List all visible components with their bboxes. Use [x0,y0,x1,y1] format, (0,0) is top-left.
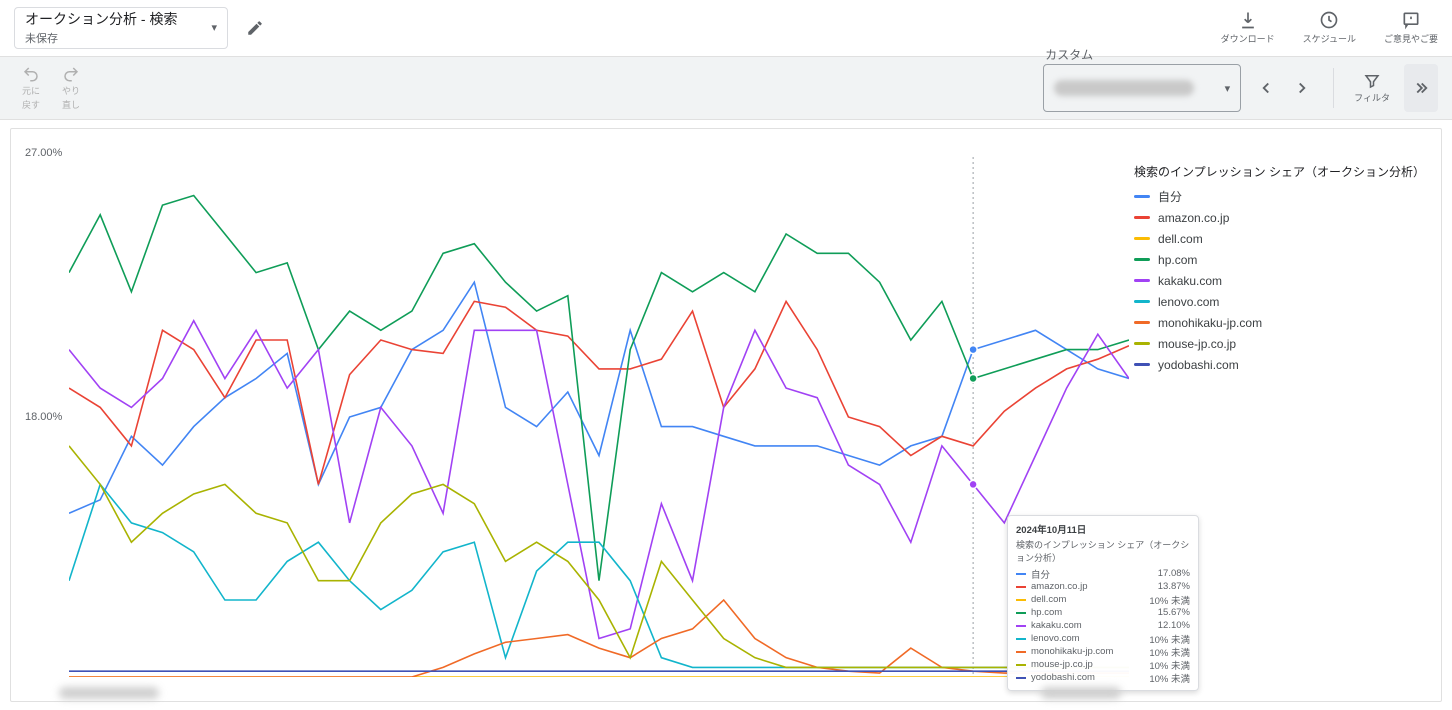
legend-label: kakaku.com [1158,274,1222,288]
undo-button[interactable]: 元に 戻す [14,65,48,111]
legend-label: dell.com [1158,232,1203,246]
legend-label: amazon.co.jp [1158,211,1229,225]
chart-tooltip: 2024年10月11日 検索のインプレッション シェア（オークション分析） 自分… [1007,515,1199,691]
legend-label: hp.com [1158,253,1197,267]
tooltip-row: dell.com10% 未満 [1016,593,1190,606]
report-subtitle: 未保存 [25,30,177,46]
date-range-dropdown[interactable]: ▾ [1043,64,1241,112]
feedback-icon [1401,10,1421,30]
tooltip-row: yodobashi.com10% 未満 [1016,671,1190,684]
redo-icon [62,65,80,83]
tooltip-row: monohikaku-jp.com10% 未満 [1016,645,1190,658]
download-button[interactable]: ダウンロード [1221,10,1275,45]
divider [1333,68,1334,108]
double-chevron-right-icon [1412,79,1430,97]
top-bar: オークション分析 - 検索 未保存 ▾ ダウンロード スケジュール ご意見やご要 [0,0,1452,56]
legend-swatch [1134,300,1150,303]
tooltip-row: hp.com15.67% [1016,606,1190,619]
y-tick-0: 27.00% [25,147,62,159]
chart-card: 27.00% 18.00% 検索のインプレッション シェア（オークション分析） … [10,128,1442,702]
legend-swatch [1134,363,1150,366]
chart-legend: 検索のインプレッション シェア（オークション分析） 自分 amazon.co.jp… [1134,163,1425,375]
chevron-down-icon: ▾ [1225,82,1231,95]
undo-icon [22,65,40,83]
legend-item[interactable]: monohikaku-jp.com [1134,312,1425,333]
legend-swatch [1134,258,1150,261]
tooltip-row: lenovo.com10% 未満 [1016,632,1190,645]
legend-item[interactable]: yodobashi.com [1134,354,1425,375]
expand-panel-button[interactable] [1404,64,1438,112]
custom-label: カスタム [1045,46,1093,63]
tooltip-row: 自分17.08% [1016,567,1190,580]
report-title-dropdown[interactable]: オークション分析 - 検索 未保存 ▾ [14,7,228,49]
legend-swatch [1134,237,1150,240]
clock-icon [1319,10,1339,30]
legend-swatch [1134,195,1150,198]
redo-button[interactable]: やり 直し [54,65,88,111]
legend-item[interactable]: 自分 [1134,186,1425,207]
legend-swatch [1134,279,1150,282]
legend-label: lenovo.com [1158,295,1219,309]
tooltip-row: kakaku.com12.10% [1016,619,1190,632]
filter-icon [1363,72,1381,90]
download-icon [1238,10,1258,30]
tooltip-metric: 検索のインプレッション シェア（オークション分析） [1016,538,1190,564]
legend-item[interactable]: lenovo.com [1134,291,1425,312]
legend-swatch [1134,342,1150,345]
chevron-left-icon [1257,79,1275,97]
redacted-text [1054,80,1194,96]
legend-title: 検索のインプレッション シェア（オークション分析） [1134,163,1425,180]
feedback-button[interactable]: ご意見やご要 [1384,10,1438,45]
legend-swatch [1134,321,1150,324]
legend-item[interactable]: dell.com [1134,228,1425,249]
y-tick-1: 18.00% [25,411,62,423]
legend-item[interactable]: kakaku.com [1134,270,1425,291]
legend-label: 自分 [1158,188,1182,205]
legend-label: monohikaku-jp.com [1158,316,1262,330]
chevron-down-icon: ▾ [211,21,217,34]
legend-item[interactable]: mouse-jp.co.jp [1134,333,1425,354]
tooltip-row: mouse-jp.co.jp10% 未満 [1016,658,1190,671]
chevron-right-icon [1293,79,1311,97]
legend-item[interactable]: hp.com [1134,249,1425,270]
legend-label: yodobashi.com [1158,358,1239,372]
report-title: オークション分析 - 検索 [25,9,177,29]
prev-period-button[interactable] [1255,77,1277,99]
edit-icon[interactable] [246,19,264,37]
chart-plot[interactable] [69,157,1129,677]
schedule-button[interactable]: スケジュール [1303,10,1356,45]
redacted-x-label-left [59,687,159,699]
legend-swatch [1134,216,1150,219]
toolbar: 元に 戻す やり 直し カスタム ▾ フィルタ [0,56,1452,120]
legend-label: mouse-jp.co.jp [1158,337,1236,351]
tooltip-row: amazon.co.jp13.87% [1016,580,1190,593]
tooltip-date: 2024年10月11日 [1016,522,1190,536]
legend-item[interactable]: amazon.co.jp [1134,207,1425,228]
redacted-x-label-right [1041,687,1121,699]
filter-button[interactable]: フィルタ [1354,72,1390,104]
next-period-button[interactable] [1291,77,1313,99]
